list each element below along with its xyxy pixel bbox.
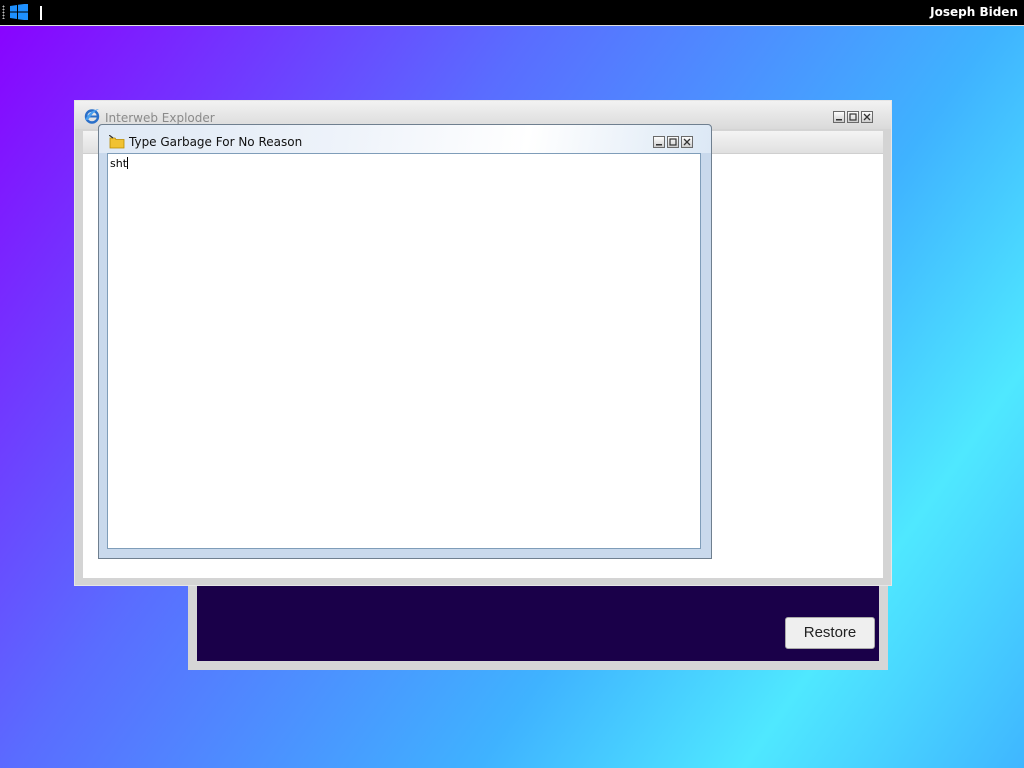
editor-text: sht bbox=[110, 157, 128, 170]
restore-panel: Restore bbox=[197, 586, 879, 661]
folder-icon bbox=[108, 134, 125, 149]
taskbar-grip-icon[interactable] bbox=[2, 5, 5, 19]
username-label[interactable]: Joseph Biden bbox=[930, 5, 1018, 19]
windows-logo-icon[interactable] bbox=[10, 3, 28, 21]
minimize-icon[interactable] bbox=[653, 136, 665, 148]
desktop-background: Joseph Biden Restore Interweb Exploder T… bbox=[0, 0, 1024, 768]
restore-button[interactable]: Restore bbox=[785, 617, 875, 649]
ie-logo-icon bbox=[84, 108, 100, 124]
minimize-icon[interactable] bbox=[833, 111, 845, 123]
editor-title: Type Garbage For No Reason bbox=[129, 135, 303, 149]
taskbar: Joseph Biden bbox=[0, 0, 1024, 26]
close-icon[interactable] bbox=[681, 136, 693, 148]
close-icon[interactable] bbox=[861, 111, 873, 123]
editor-text-area[interactable]: sht bbox=[107, 153, 701, 549]
taskbar-divider bbox=[40, 6, 42, 20]
maximize-icon[interactable] bbox=[847, 111, 859, 123]
editor-window: Type Garbage For No Reason sht bbox=[98, 124, 712, 559]
editor-titlebar[interactable]: Type Garbage For No Reason bbox=[99, 125, 711, 153]
browser-window-controls bbox=[833, 111, 873, 123]
maximize-icon[interactable] bbox=[667, 136, 679, 148]
text-caret bbox=[127, 157, 129, 169]
editor-window-controls bbox=[653, 136, 693, 148]
browser-title: Interweb Exploder bbox=[105, 111, 215, 125]
